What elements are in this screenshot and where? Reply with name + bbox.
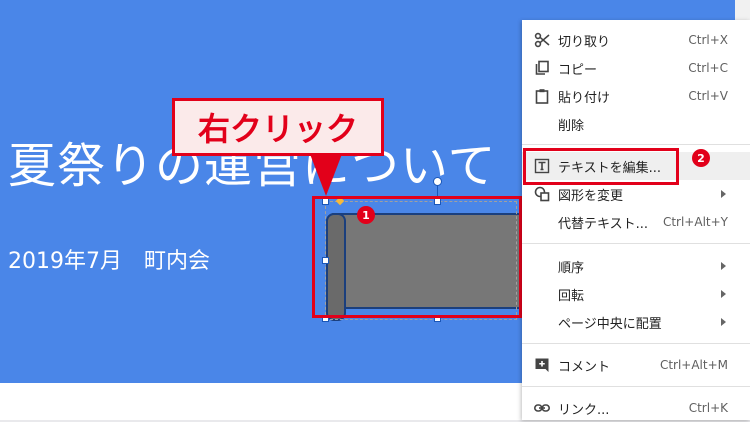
menu-item-center-on-page[interactable]: ページ中央に配置 — [522, 308, 750, 336]
scissors-icon — [534, 32, 550, 48]
menu-item-label: 回転 — [558, 288, 585, 304]
menu-item-label: リンク... — [558, 402, 610, 418]
menu-item-shortcut: Ctrl+Alt+Y — [662, 215, 728, 229]
change-shape-icon — [534, 186, 550, 202]
highlight-box-shape — [312, 196, 522, 318]
menu-item-shortcut: Ctrl+K — [688, 401, 728, 415]
highlight-box-menu-item — [523, 148, 679, 185]
menu-item-delete[interactable]: 削除 — [522, 110, 750, 138]
menu-item-alt-text[interactable]: 代替テキスト... Ctrl+Alt+Y — [522, 208, 750, 236]
menu-item-label: 削除 — [558, 118, 585, 134]
menu-item-copy[interactable]: コピー Ctrl+C — [522, 54, 750, 82]
clipboard-icon — [534, 88, 550, 104]
menu-item-shortcut: Ctrl+X — [688, 33, 728, 47]
menu-item-rotate[interactable]: 回転 — [522, 280, 750, 308]
callout-text: 右クリック — [197, 110, 358, 148]
submenu-arrow-icon — [721, 190, 726, 198]
add-comment-icon — [534, 357, 550, 373]
rotate-handle[interactable] — [433, 177, 442, 186]
menu-separator — [522, 343, 750, 344]
menu-separator — [522, 386, 750, 387]
menu-item-label: 貼り付け — [558, 90, 611, 106]
menu-item-shortcut: Ctrl+C — [688, 61, 728, 75]
menu-item-shortcut: Ctrl+V — [688, 89, 728, 103]
menu-item-cut[interactable]: 切り取り Ctrl+X — [522, 26, 750, 54]
step-badge-1: 1 — [357, 206, 375, 224]
link-icon — [534, 400, 550, 416]
menu-item-label: 代替テキスト... — [558, 216, 649, 232]
menu-item-label: ページ中央に配置 — [558, 316, 662, 332]
step-badge-2: 2 — [692, 149, 710, 167]
menu-separator — [522, 243, 750, 244]
submenu-arrow-icon — [721, 290, 726, 298]
copy-icon — [534, 60, 550, 76]
menu-item-comment[interactable]: コメント Ctrl+Alt+M — [522, 351, 750, 379]
menu-item-order[interactable]: 順序 — [522, 252, 750, 280]
menu-item-label: 切り取り — [558, 34, 611, 50]
menu-item-label: コピー — [558, 62, 598, 78]
menu-item-paste[interactable]: 貼り付け Ctrl+V — [522, 82, 750, 110]
menu-item-label: 順序 — [558, 260, 585, 276]
menu-item-label: 図形を変更 — [558, 188, 624, 204]
menu-item-link[interactable]: リンク... Ctrl+K — [522, 394, 750, 422]
callout-pointer — [310, 154, 342, 196]
slide-subtitle[interactable]: 2019年7月 町内会 — [8, 243, 210, 275]
submenu-arrow-icon — [721, 262, 726, 270]
submenu-arrow-icon — [721, 318, 726, 326]
menu-item-label: コメント — [558, 359, 611, 375]
context-menu: 切り取り Ctrl+X コピー Ctrl+C 貼り付け Ctrl+V 削除 テキ… — [522, 20, 750, 420]
menu-item-shortcut: Ctrl+Alt+M — [659, 358, 728, 372]
menu-separator — [522, 144, 750, 145]
right-click-callout: 右クリック — [172, 98, 384, 156]
